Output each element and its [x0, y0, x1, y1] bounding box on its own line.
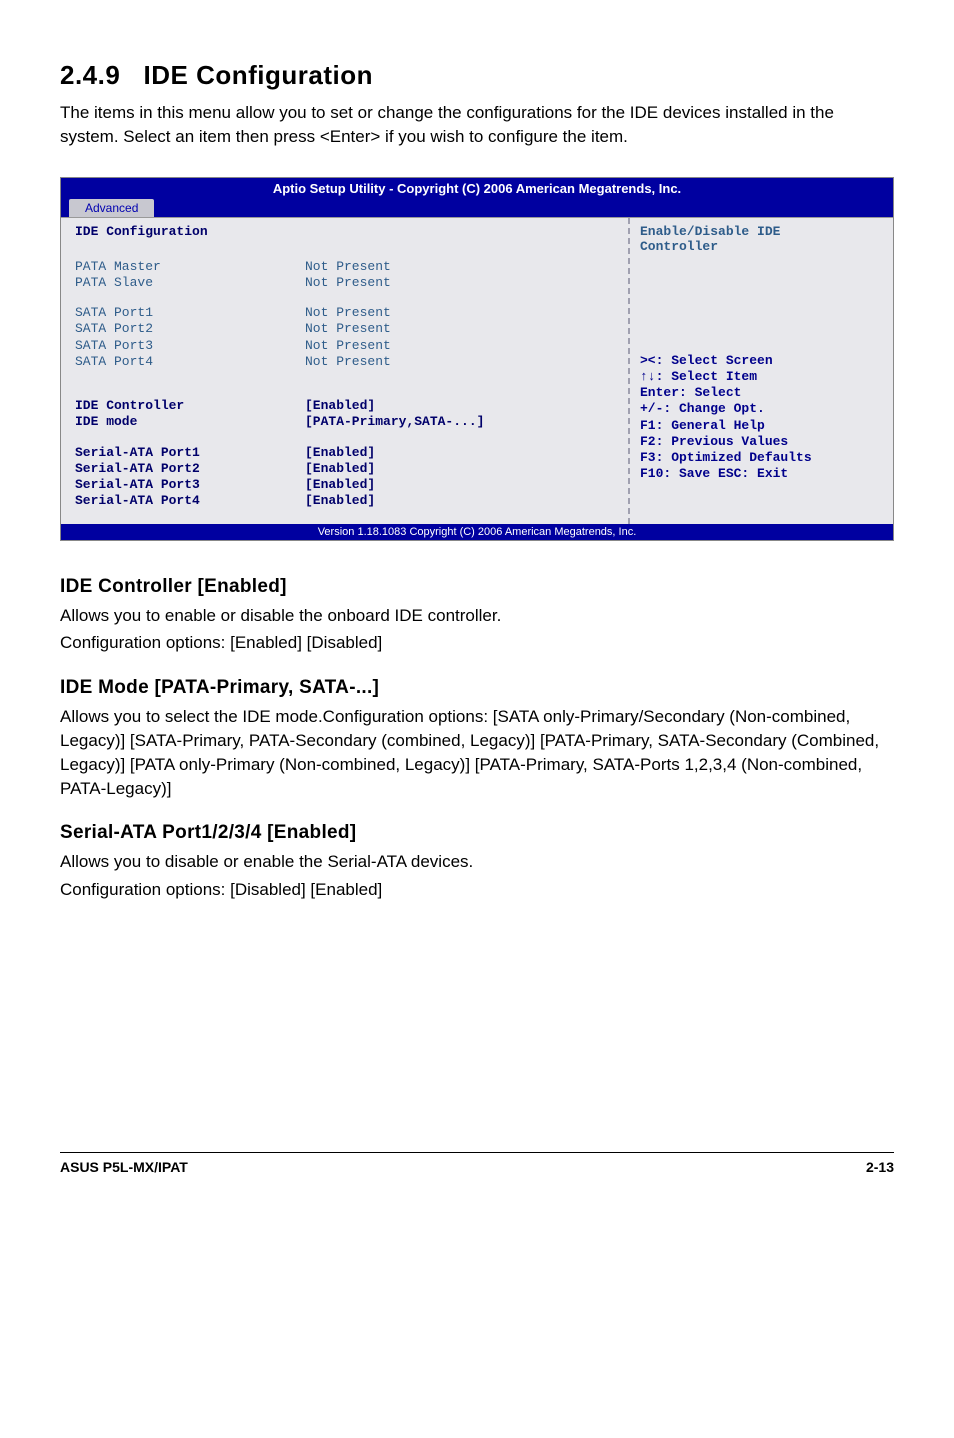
bios-item-value: [PATA-Primary,SATA-...]	[305, 414, 484, 430]
nav-line: Enter: Select	[640, 385, 812, 401]
bios-item-row: SATA Port1Not Present	[75, 305, 614, 321]
bios-item-label: IDE Controller	[75, 398, 305, 414]
nav-line: F2: Previous Values	[640, 434, 812, 450]
bios-item-row: SATA Port3Not Present	[75, 338, 614, 354]
subsection-heading: IDE Controller [Enabled]	[60, 576, 894, 598]
bios-item-value: Not Present	[305, 321, 391, 337]
bios-item-label: SATA Port4	[75, 354, 305, 370]
bios-item-value: [Enabled]	[305, 493, 375, 509]
subsection-text: Allows you to enable or disable the onbo…	[60, 604, 894, 628]
bios-item-value: Not Present	[305, 354, 391, 370]
bios-item-label: SATA Port1	[75, 305, 305, 321]
subsection-heading: IDE Mode [PATA-Primary, SATA-...]	[60, 677, 894, 699]
bios-item-row[interactable]: Serial-ATA Port4[Enabled]	[75, 493, 614, 509]
help-line: Enable/Disable IDE	[640, 224, 883, 240]
bios-item-row: PATA SlaveNot Present	[75, 275, 614, 291]
bios-item-row[interactable]: Serial-ATA Port3[Enabled]	[75, 477, 614, 493]
bios-item-label: Serial-ATA Port3	[75, 477, 305, 493]
bios-item-label: IDE mode	[75, 414, 305, 430]
bios-item-row[interactable]: IDE mode[PATA-Primary,SATA-...]	[75, 414, 614, 430]
bios-help-text: Enable/Disable IDE Controller	[640, 224, 883, 255]
bios-tab-row: Advanced	[61, 199, 893, 217]
bios-item-label: PATA Master	[75, 259, 305, 275]
bios-screenshot: Aptio Setup Utility - Copyright (C) 2006…	[60, 177, 894, 541]
bios-item-value: [Enabled]	[305, 477, 375, 493]
bios-title-bar: Aptio Setup Utility - Copyright (C) 2006…	[61, 178, 893, 199]
nav-line: F10: Save ESC: Exit	[640, 466, 812, 482]
bios-item-row[interactable]: IDE Controller[Enabled]	[75, 398, 614, 414]
bios-left-pane: IDE Configuration PATA MasterNot Present…	[61, 218, 628, 524]
bios-tab-advanced[interactable]: Advanced	[69, 199, 154, 217]
section-number: 2.4.9	[60, 60, 120, 90]
bios-item-row: SATA Port4Not Present	[75, 354, 614, 370]
bios-item-label: SATA Port3	[75, 338, 305, 354]
bios-item-label: Serial-ATA Port4	[75, 493, 305, 509]
subsection-text: Configuration options: [Disabled] [Enabl…	[60, 878, 894, 902]
nav-line: F1: General Help	[640, 418, 812, 434]
nav-line: +/-: Change Opt.	[640, 401, 812, 417]
page-footer: ASUS P5L-MX/IPAT 2-13	[60, 1152, 894, 1175]
bios-item-value: Not Present	[305, 275, 391, 291]
footer-left: ASUS P5L-MX/IPAT	[60, 1159, 188, 1175]
bios-item-label: SATA Port2	[75, 321, 305, 337]
nav-line: ><: Select Screen	[640, 353, 812, 369]
bios-item-value: Not Present	[305, 305, 391, 321]
section-heading: 2.4.9 IDE Configuration	[60, 60, 894, 91]
bios-item-label: PATA Slave	[75, 275, 305, 291]
bios-item-row[interactable]: Serial-ATA Port2[Enabled]	[75, 461, 614, 477]
footer-right: 2-13	[866, 1159, 894, 1175]
section-title: IDE Configuration	[144, 60, 373, 90]
bios-item-value: [Enabled]	[305, 445, 375, 461]
bios-right-pane: Enable/Disable IDE Controller ><: Select…	[628, 218, 893, 524]
help-line: Controller	[640, 239, 883, 255]
bios-item-label: Serial-ATA Port2	[75, 461, 305, 477]
bios-item-value: Not Present	[305, 259, 391, 275]
subsection-text: Configuration options: [Enabled] [Disabl…	[60, 631, 894, 655]
bios-item-row[interactable]: Serial-ATA Port1[Enabled]	[75, 445, 614, 461]
bios-body: IDE Configuration PATA MasterNot Present…	[61, 217, 893, 524]
nav-line: F3: Optimized Defaults	[640, 450, 812, 466]
subsection-text: Allows you to select the IDE mode.Config…	[60, 705, 894, 800]
bios-item-label: Serial-ATA Port1	[75, 445, 305, 461]
subsection-heading: Serial-ATA Port1/2/3/4 [Enabled]	[60, 822, 894, 844]
bios-item-value: [Enabled]	[305, 398, 375, 414]
subsection-text: Allows you to disable or enable the Seri…	[60, 850, 894, 874]
bios-version-footer: Version 1.18.1083 Copyright (C) 2006 Ame…	[61, 524, 893, 540]
intro-paragraph: The items in this menu allow you to set …	[60, 101, 894, 149]
bios-config-heading: IDE Configuration	[75, 224, 614, 239]
bios-nav-help: ><: Select Screen↑↓: Select ItemEnter: S…	[640, 353, 812, 483]
bios-item-row: SATA Port2Not Present	[75, 321, 614, 337]
bios-item-row: PATA MasterNot Present	[75, 259, 614, 275]
bios-item-value: [Enabled]	[305, 461, 375, 477]
bios-item-value: Not Present	[305, 338, 391, 354]
nav-line: ↑↓: Select Item	[640, 369, 812, 385]
